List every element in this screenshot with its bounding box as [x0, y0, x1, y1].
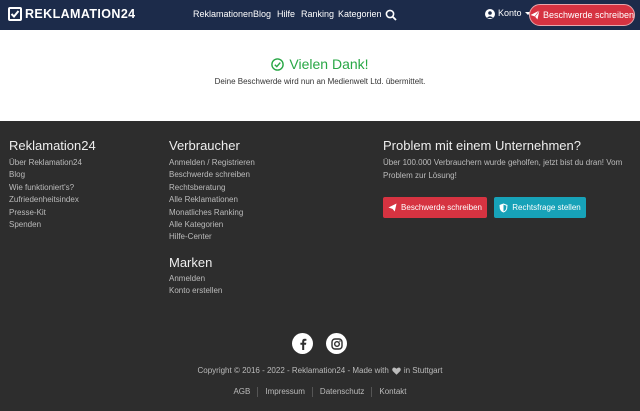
- confirmation-section: Vielen Dank! Deine Beschwerde wird nun a…: [0, 30, 640, 121]
- nav-link-kategorien[interactable]: Kategorien: [338, 9, 382, 20]
- divider: [311, 387, 313, 397]
- shield-icon: [499, 203, 508, 212]
- footer-link-datenschutz[interactable]: Datenschutz: [320, 387, 364, 397]
- user-circle-icon: [485, 8, 495, 19]
- facebook-icon[interactable]: [292, 333, 313, 354]
- footer-link[interactable]: Presse-Kit: [9, 207, 82, 219]
- divider: [257, 387, 259, 397]
- nav-link-hilfe[interactable]: Hilfe: [277, 9, 295, 20]
- check-circle-icon: [271, 57, 285, 71]
- footer-legal-question-button[interactable]: Rechtsfrage stellen: [494, 197, 586, 218]
- write-complaint-label: Beschwerde schreiben: [542, 10, 634, 20]
- paper-plane-icon: [388, 203, 397, 212]
- confirmation-heading: Vielen Dank!: [0, 56, 640, 72]
- footer-heading-verbraucher: Verbraucher: [169, 138, 240, 153]
- brand-logo-link[interactable]: REKLAMATION24: [8, 6, 136, 22]
- footer-list-company: Über Reklamation24 Blog Wie funktioniert…: [9, 157, 82, 231]
- footer-link[interactable]: Zufriedenheitsindex: [9, 194, 82, 206]
- footer-link[interactable]: Hilfe-Center: [169, 231, 255, 243]
- footer-legal-question-label: Rechtsfrage stellen: [512, 203, 581, 212]
- footer-heading-problem: Problem mit einem Unternehmen?: [383, 138, 581, 153]
- confirmation-message: Deine Beschwerde wird nun an Medienwelt …: [214, 77, 426, 86]
- footer-link-impressum[interactable]: Impressum: [265, 387, 305, 397]
- footer-link[interactable]: Anmelden: [169, 273, 222, 285]
- footer-heading-reklamation24: Reklamation24: [9, 138, 96, 153]
- copyright-prefix: Copyright © 2016 - 2022 - Reklamation24 …: [197, 366, 389, 375]
- paper-plane-icon: [530, 10, 540, 20]
- footer-problem-text: Über 100.000 Verbrauchern wurde geholfen…: [383, 158, 623, 180]
- footer-link[interactable]: Alle Kategorien: [169, 219, 255, 231]
- instagram-icon[interactable]: [326, 333, 347, 354]
- footer-list-consumer: Anmelden / Registrieren Beschwerde schre…: [169, 157, 255, 244]
- nav-link-ranking[interactable]: Ranking: [301, 9, 334, 20]
- footer-link[interactable]: Blog: [9, 169, 82, 181]
- account-menu[interactable]: Konto: [485, 8, 531, 19]
- footer-link[interactable]: Beschwerde schreiben: [169, 169, 255, 181]
- footer-heading-marken: Marken: [169, 255, 213, 270]
- footer-link[interactable]: Spenden: [9, 219, 82, 231]
- copyright-text: Copyright © 2016 - 2022 - Reklamation24 …: [0, 366, 640, 376]
- search-icon[interactable]: [385, 8, 397, 21]
- footer-link[interactable]: Alle Reklamationen: [169, 194, 255, 206]
- footer-link[interactable]: Anmelden / Registrieren: [169, 157, 255, 169]
- brand-check-icon: [8, 7, 22, 21]
- divider: [371, 387, 373, 397]
- footer-link-agb[interactable]: AGB: [233, 387, 250, 397]
- footer-list-brands: Anmelden Konto erstellen: [169, 273, 222, 298]
- account-label: Konto: [498, 8, 522, 18]
- footer-link[interactable]: Konto erstellen: [169, 285, 222, 297]
- footer-write-complaint-label: Beschwerde schreiben: [401, 203, 482, 212]
- page-title: Vielen Dank!: [289, 56, 369, 72]
- footer-write-complaint-button[interactable]: Beschwerde schreiben: [383, 197, 487, 218]
- write-complaint-button[interactable]: Beschwerde schreiben: [529, 4, 635, 26]
- footer-legal-links: AGB Impressum Datenschutz Kontakt: [0, 387, 640, 397]
- copyright-suffix: in Stuttgart: [403, 366, 443, 375]
- footer-link[interactable]: Monatliches Ranking: [169, 207, 255, 219]
- footer-link-kontakt[interactable]: Kontakt: [379, 387, 406, 397]
- brand-name: REKLAMATION24: [25, 7, 136, 21]
- footer-link[interactable]: Über Reklamation24: [9, 157, 82, 169]
- footer-link[interactable]: Rechtsberatung: [169, 182, 255, 194]
- nav-link-reklamationen[interactable]: Reklamationen: [193, 9, 253, 20]
- top-navbar: REKLAMATION24 Reklamationen Blog Hilfe R…: [0, 0, 640, 30]
- nav-link-blog[interactable]: Blog: [253, 9, 271, 20]
- heart-icon: [392, 367, 401, 375]
- footer-link[interactable]: Wie funktioniert's?: [9, 182, 82, 194]
